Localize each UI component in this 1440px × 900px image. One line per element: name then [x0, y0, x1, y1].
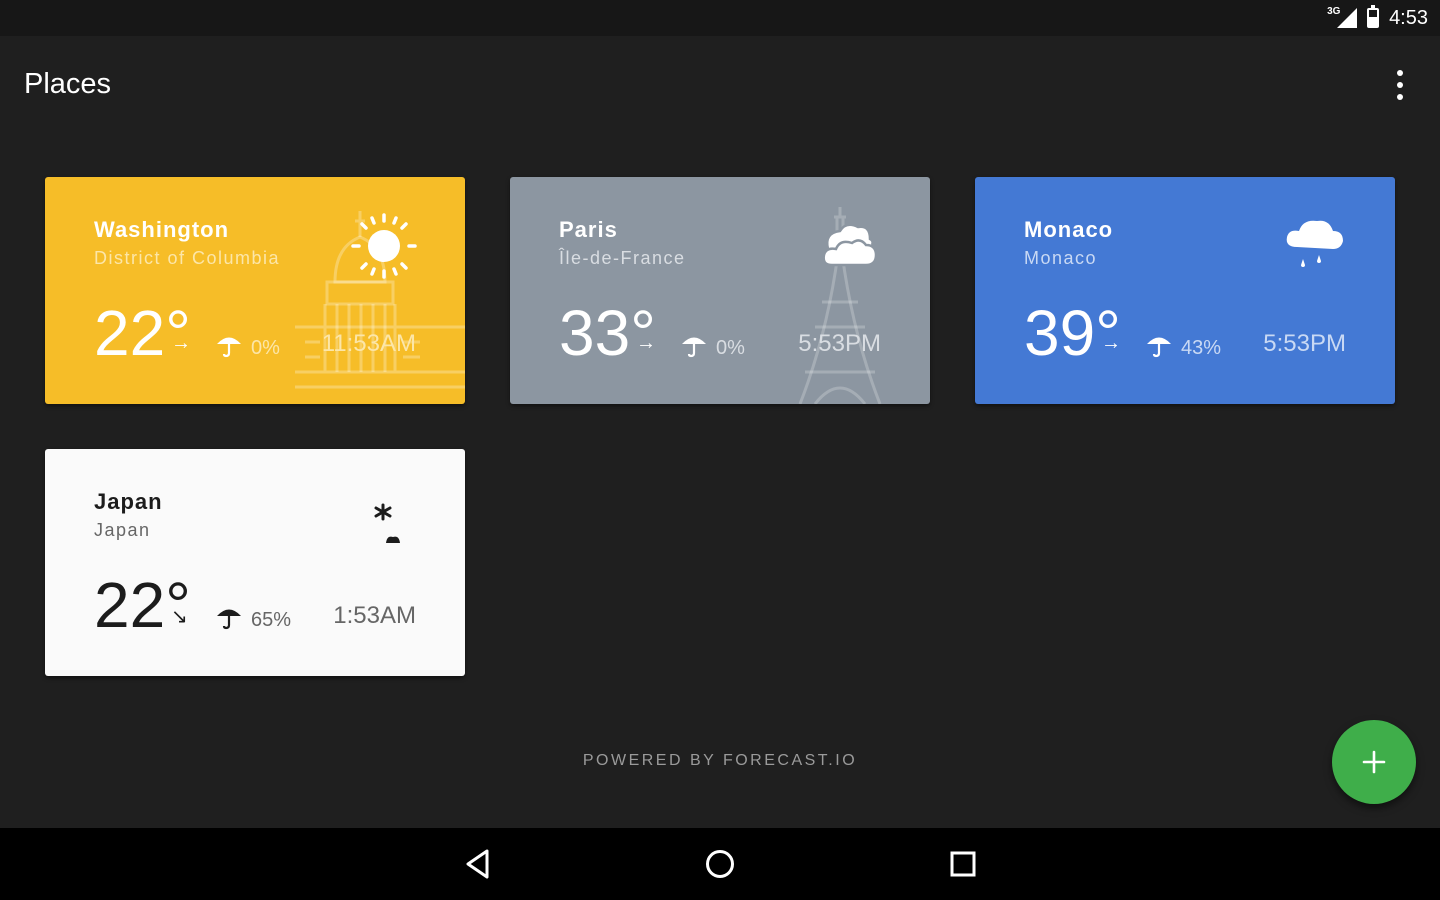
temperature-trend-icon: ↘ — [171, 606, 188, 628]
precipitation-chance: 65% — [251, 609, 292, 631]
night-icon — [374, 503, 400, 543]
local-time: 1:53AM — [333, 602, 416, 629]
local-time: 5:53PM — [798, 330, 881, 357]
overflow-menu-icon[interactable] — [1394, 70, 1406, 100]
umbrella-icon — [1147, 337, 1171, 358]
umbrella-icon — [217, 337, 241, 358]
place-card-japan[interactable]: Japan Japan 22° ↘ 65% 1:53AM — [45, 449, 465, 676]
recents-icon[interactable] — [945, 846, 981, 882]
sun-icon — [351, 213, 417, 279]
place-region: Île-de-France — [559, 248, 686, 268]
umbrella-icon — [682, 337, 706, 358]
navigation-bar — [0, 828, 1440, 900]
battery-icon — [1367, 5, 1380, 28]
temperature-trend-icon: → — [636, 332, 656, 354]
temperature-trend-icon: → — [171, 332, 191, 354]
place-region: District of Columbia — [94, 248, 281, 268]
status-time: 4:53 — [1389, 6, 1428, 29]
cloudy-icon — [822, 223, 878, 267]
page-title: Places — [24, 68, 112, 100]
place-region: Japan — [94, 520, 151, 540]
back-icon[interactable] — [460, 846, 496, 882]
powered-by-credit[interactable]: POWERED BY FORECAST.IO — [0, 752, 1440, 770]
place-name: Monaco — [1024, 217, 1114, 242]
place-card-paris[interactable]: Paris Île-de-France 33° → 0% 5:53PM — [510, 177, 930, 404]
status-icons: 3G 4:53 — [1327, 0, 1428, 36]
add-place-button[interactable] — [1332, 720, 1416, 804]
cell-signal-icon: 3G — [1327, 6, 1358, 30]
place-name: Washington — [94, 217, 230, 242]
place-card-washington[interactable]: Washington District of Columbia 22° → 0%… — [45, 177, 465, 404]
place-name: Paris — [559, 217, 618, 242]
precipitation-chance: 0% — [251, 337, 280, 359]
status-bar: 3G 4:53 — [0, 0, 1440, 36]
local-time: 5:53PM — [1263, 330, 1346, 357]
home-icon[interactable] — [702, 846, 738, 882]
place-card-monaco[interactable]: Monaco Monaco 39° → 43% 5:53PM — [975, 177, 1395, 404]
rain-icon — [1286, 220, 1343, 267]
precipitation-chance: 43% — [1181, 337, 1222, 359]
add-icon — [1362, 750, 1386, 774]
precipitation-chance: 0% — [716, 337, 745, 359]
local-time: 11:53AM — [321, 330, 416, 357]
app-bar: Places — [0, 36, 1440, 136]
umbrella-icon — [217, 609, 241, 630]
temperature-trend-icon: → — [1101, 332, 1121, 354]
place-name: Japan — [94, 489, 163, 514]
place-region: Monaco — [1024, 248, 1098, 268]
